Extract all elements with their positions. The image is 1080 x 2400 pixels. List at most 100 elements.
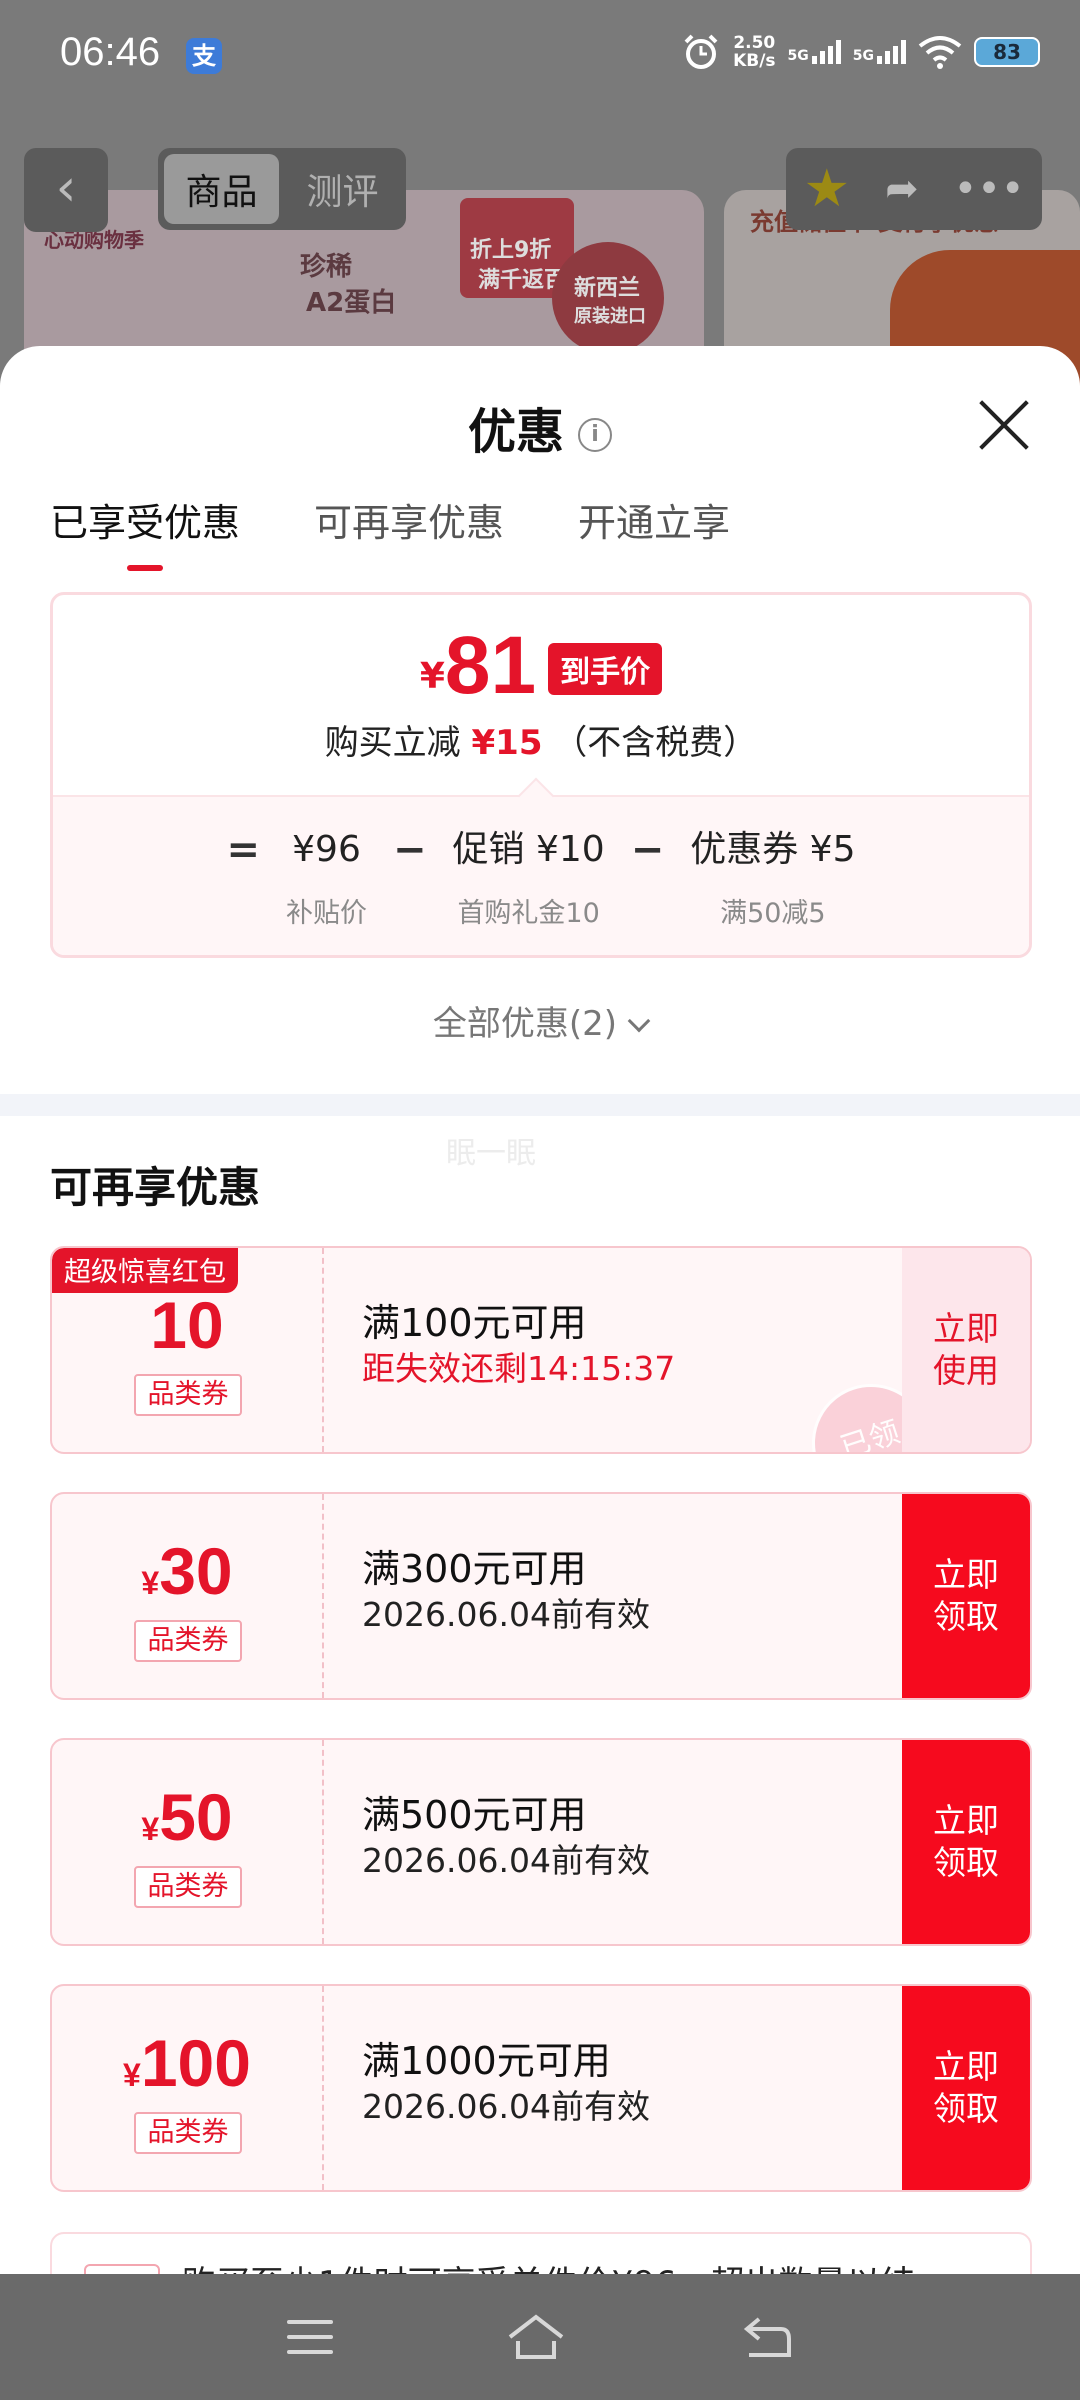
coupon-card: ¥100 品类券 满1000元可用 2026.06.04前有效 立即 领取 [50,1984,1032,2192]
sheet-title: 优惠 [467,404,564,460]
formula-term-coupon: 优惠券 ¥5 满50减5 [690,823,855,930]
info-icon[interactable]: i [578,418,612,452]
price-summary: ¥ 81 到手价 购买立减 ¥15 （不含税费） [53,595,1029,795]
wifi-icon [918,36,962,69]
coupon-value-area: ¥30 品类券 [52,1494,324,1698]
coupon-amount-value: 10 [150,1288,224,1362]
coupon-validity: 2026.06.04前有效 [362,1595,650,1634]
coupon-details: 满100元可用 距失效还剩14:15:37 [362,1300,675,1392]
sheet-title-wrap: 优惠 i [0,392,1080,462]
subsidy-price: ¥96 [292,829,361,870]
tab-product[interactable]: 商品 [164,154,279,224]
coupon-amount: 优惠券 ¥5 [690,829,856,870]
claim-now-button[interactable]: 立即 领取 [902,1986,1030,2190]
coupon-currency: ¥ [123,2057,141,2093]
coupon-amount-value: 50 [159,1780,233,1854]
coupon-label: 满50减5 [720,898,826,929]
coupon-amount: ¥30 [52,1538,322,1604]
reduce-amount: ¥15 [471,723,543,763]
product-nav-actions: ★ ➦ ••• [786,148,1042,230]
system-nav-bar [0,2274,1080,2400]
more-icon[interactable]: ••• [954,166,1025,212]
coupon-amount: ¥50 [52,1784,322,1850]
signal-sim1-icon: 5G [788,40,841,64]
section-title-more-promos: 可再享优惠 [50,1163,261,1212]
coupon-type-badge: 品类券 [134,2112,242,2154]
super-red-packet-badge: 超级惊喜红包 [52,1248,238,1293]
claim-now-button[interactable]: 立即 领取 [902,1494,1030,1698]
coupon-countdown: 距失效还剩14:15:37 [362,1349,676,1388]
banner-text: A2蛋白 [306,288,397,318]
coupon-details: 满1000元可用 2026.06.04前有效 [362,2038,650,2130]
reduce-line: 购买立减 ¥15 （不含税费） [53,715,1029,764]
promo-label: 首购礼金10 [457,898,600,929]
back-nav-icon[interactable] [739,2313,793,2361]
coupon-condition: 满1000元可用 [362,2039,611,2083]
coupon-details: 满500元可用 2026.06.04前有效 [362,1792,650,1884]
coupon-condition: 满100元可用 [362,1301,587,1345]
subsidy-label: 补贴价 [286,898,368,929]
formula-term-promo: 促销 ¥10 首购礼金10 [453,823,605,930]
menu-icon[interactable] [286,2320,333,2354]
coupon-card: ¥50 品类券 满500元可用 2026.06.04前有效 立即 领取 [50,1738,1032,1946]
claim-now-button[interactable]: 立即 领取 [902,1740,1030,1944]
reduce-suffix: （不含税费） [553,723,758,763]
status-bar: 06:46 支 2.50 KB/s 5G 5G 83 [0,0,1080,110]
coupon-value-area: ¥100 品类券 [52,1986,324,2190]
coupon-amount-value: 30 [159,1534,233,1608]
all-promos-toggle[interactable]: 全部优惠(2) [0,996,1080,1045]
promotions-sheet: 优惠 i 已享受优惠 可再享优惠 开通立享 ¥ 81 到手价 购买立减 ¥15 （… [0,346,1080,2274]
notice-tag [84,2264,160,2274]
coupon-amount-value: 100 [140,2026,251,2100]
alarm-icon [684,34,718,69]
all-promos-label: 全部优惠(2) [432,1004,618,1044]
net-speed: 2.50 KB/s [733,33,776,71]
coupon-currency: ¥ [141,1565,160,1601]
product-nav-tabs: 商品 测评 [158,148,406,230]
promo-amount: 促销 ¥10 [452,829,605,870]
status-indicators: 2.50 KB/s 5G 5G 83 [681,32,1040,72]
favorite-star-icon[interactable]: ★ [804,159,851,219]
coupon-amount: 10 [52,1292,322,1358]
battery-icon: 83 [974,37,1040,67]
coupon-value-area: ¥50 品类券 [52,1740,324,1944]
signal-sim2-icon: 5G [853,40,906,64]
coupon-card: ¥30 品类券 满300元可用 2026.06.04前有效 立即 领取 [50,1492,1032,1700]
tab-activate-promos[interactable]: 开通立享 [578,492,730,571]
section-divider [0,1094,1080,1116]
coupon-condition: 满500元可用 [362,1793,587,1837]
coupon-condition: 满300元可用 [362,1547,587,1591]
coupon-details: 满300元可用 2026.06.04前有效 [362,1546,650,1638]
coupon-validity: 2026.06.04前有效 [362,1841,650,1880]
coupon-currency: ¥ [141,1811,160,1847]
tab-more-promos[interactable]: 可再享优惠 [314,492,504,571]
watermark: 眠一眠 [446,1136,536,1171]
chevron-down-icon [627,1009,651,1033]
final-price: 81 [444,620,537,711]
reduce-prefix: 购买立减 [324,723,461,763]
share-icon[interactable]: ➦ [885,166,919,212]
minus-sign: − [630,827,665,873]
banner-text: 原装进口 [574,306,646,327]
close-icon[interactable] [976,396,1032,452]
banner-text: 新西兰 [574,276,641,301]
final-price-tag: 到手价 [548,643,663,695]
currency-symbol: ¥ [419,656,445,697]
tab-enjoyed-promos[interactable]: 已享受优惠 [50,492,240,571]
coupon-type-badge: 品类券 [134,1866,242,1908]
coupon-type-badge: 品类券 [134,1620,242,1662]
quantity-notice-card: 购买至少1件时可享受单件价¥96，超出数量以结 [50,2232,1032,2274]
price-formula: = ¥96 补贴价 − 促销 ¥10 首购礼金10 − 优惠券 ¥5 满50减5 [53,777,1029,955]
formula-term-subsidy: ¥96 补贴价 [286,823,367,930]
home-icon[interactable] [506,2313,566,2361]
use-now-button[interactable]: 立即 使用 [902,1248,1030,1452]
final-price-card: ¥ 81 到手价 购买立减 ¥15 （不含税费） = ¥96 补贴价 − 促销 … [50,592,1032,958]
banner-text: 珍稀 [300,252,353,282]
coupon-amount: ¥100 [52,2030,322,2096]
tab-review[interactable]: 测评 [285,154,400,224]
quantity-notice-text: 购买至少1件时可享受单件价¥96，超出数量以结 [182,2256,915,2274]
alipay-icon: 支 [186,38,222,74]
back-button[interactable]: ‹ [24,148,108,232]
coupon-type-badge: 品类券 [134,1374,242,1416]
coupon-card: 10 品类券 超级惊喜红包 满100元可用 距失效还剩14:15:37 已领 立… [50,1246,1032,1454]
